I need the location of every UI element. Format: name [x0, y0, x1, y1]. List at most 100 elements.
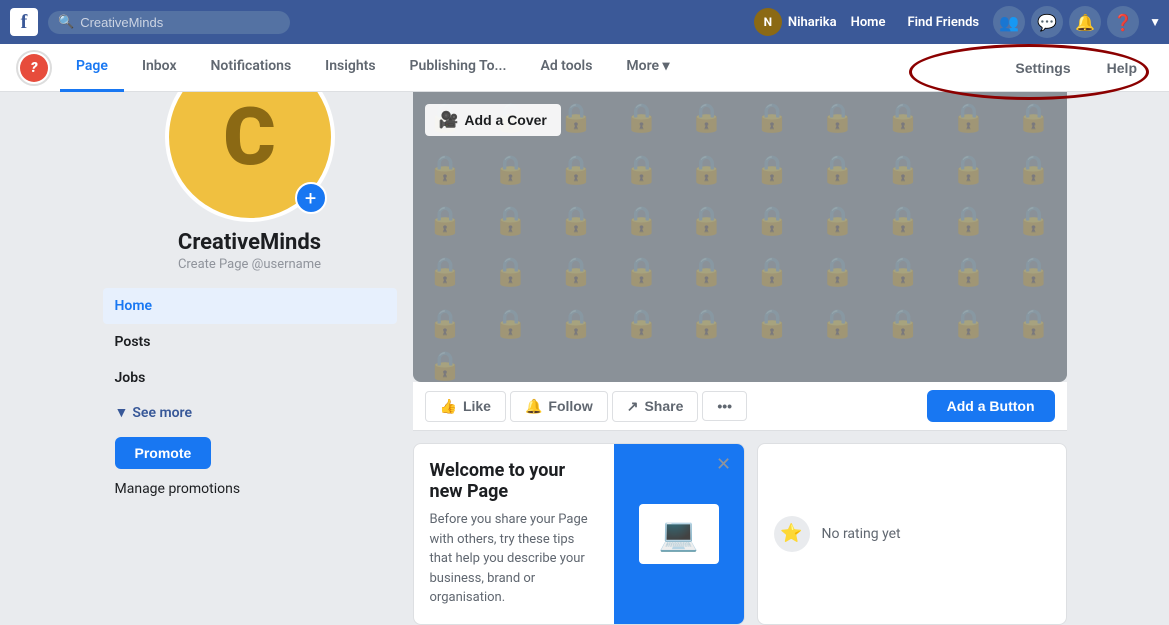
add-a-button-cta[interactable]: Add a Button [927, 390, 1055, 422]
messenger-icon: 💬 [1037, 13, 1057, 32]
find-friends-nav-link[interactable]: Find Friends [899, 11, 987, 34]
share-button[interactable]: ↗ Share [612, 391, 699, 422]
facebook-logo[interactable]: f [8, 6, 40, 38]
settings-button[interactable]: Settings [999, 54, 1086, 82]
action-bar: 👍 Like 🔔 Follow ↗ Share ••• Add a Button [413, 382, 1067, 431]
lock-icon: 🔒 [936, 195, 1001, 246]
device-illustration: 💻 [639, 504, 719, 564]
lock-icon: 🔒 [478, 195, 543, 246]
tab-more[interactable]: More ▾ [610, 44, 685, 92]
rating-card: ⭐ No rating yet [757, 443, 1067, 625]
lock-icon: 🔒 [543, 298, 608, 349]
profile-section: C + CreativeMinds Create Page @username [103, 92, 397, 280]
help-icon-btn[interactable]: ❓ [1107, 6, 1139, 38]
lock-icon: 🔒 [609, 92, 674, 143]
avatar: N [754, 8, 782, 36]
see-more-link[interactable]: ▼ See more [103, 396, 397, 429]
search-bar[interactable]: 🔍 [48, 11, 290, 34]
add-cover-button[interactable]: 🎥 Add a Cover [425, 104, 561, 136]
welcome-card-close-button[interactable]: ✕ [712, 452, 736, 476]
page-name: CreativeMinds [178, 230, 321, 255]
sidebar-item-posts[interactable]: Posts [103, 324, 397, 360]
lock-icon: 🔒 [674, 143, 739, 194]
manage-promotions-link[interactable]: Manage promotions [103, 477, 397, 501]
lock-icon: 🔒 [870, 298, 935, 349]
nav-chevron-icon[interactable]: ▼ [1149, 15, 1161, 29]
lock-icon: 🔒 [674, 298, 739, 349]
lock-icon: 🔒 [674, 246, 739, 297]
sidebar-navigation: Home Posts Jobs ▼ See more Promote Manag… [103, 288, 397, 501]
tab-adtools[interactable]: Ad tools [524, 44, 608, 92]
messenger-icon-btn[interactable]: 💬 [1031, 6, 1063, 38]
tab-publishing[interactable]: Publishing To... [394, 44, 523, 92]
welcome-card: ✕ Welcome to your new Page Before you sh… [413, 443, 745, 625]
how-to-icon: ? [20, 54, 48, 82]
lock-icon: 🔒 [805, 195, 870, 246]
like-label: Like [463, 398, 491, 414]
lock-icon: 🔒 [740, 246, 805, 297]
help-button[interactable]: Help [1091, 54, 1153, 82]
tab-insights[interactable]: Insights [309, 44, 391, 92]
main-content: C + CreativeMinds Create Page @username … [95, 92, 1075, 625]
page-nav-right: Settings Help [999, 54, 1153, 82]
rating-text: No rating yet [822, 526, 901, 542]
tab-page[interactable]: Page [60, 44, 124, 92]
lock-icon: 🔒 [413, 349, 478, 382]
lock-icon: 🔒 [413, 195, 478, 246]
add-cover-label: Add a Cover [464, 112, 546, 128]
chevron-down-icon: ▼ [115, 404, 129, 421]
top-navigation: f 🔍 N Niharika Home Find Friends 👥 💬 🔔 ❓… [0, 0, 1169, 44]
lock-icon: 🔒 [609, 195, 674, 246]
lock-icon: 🔒 [543, 143, 608, 194]
more-options-button[interactable]: ••• [702, 391, 747, 421]
lock-icon: 🔒 [870, 143, 935, 194]
notifications-icon-btn[interactable]: 🔔 [1069, 6, 1101, 38]
cards-row: ✕ Welcome to your new Page Before you sh… [413, 443, 1067, 625]
lock-icon: 🔒 [805, 298, 870, 349]
search-input[interactable] [80, 15, 280, 30]
welcome-text: Before you share your Page with others, … [430, 510, 598, 608]
people-icon-btn[interactable]: 👥 [993, 6, 1025, 38]
lock-icon: 🔒 [805, 92, 870, 143]
follow-button[interactable]: 🔔 Follow [510, 391, 608, 422]
lock-icon: 🔒 [740, 143, 805, 194]
page-username: Create Page @username [178, 257, 321, 272]
lock-icon: 🔒 [936, 298, 1001, 349]
lock-icon: 🔒 [1001, 143, 1066, 194]
lock-icon: 🔒 [936, 143, 1001, 194]
lock-icon: 🔒 [609, 298, 674, 349]
lock-icon: 🔒 [740, 298, 805, 349]
lock-icon: 🔒 [870, 246, 935, 297]
share-icon: ↗ [627, 398, 639, 415]
tab-notifications[interactable]: Notifications [195, 44, 308, 92]
promote-button[interactable]: Promote [115, 437, 212, 469]
lock-icon: 🔒 [936, 92, 1001, 143]
sidebar-item-home[interactable]: Home [103, 288, 397, 324]
lock-icon: 🔒 [413, 143, 478, 194]
welcome-card-body: ✕ Welcome to your new Page Before you sh… [414, 444, 744, 624]
lock-icon: 🔒 [674, 92, 739, 143]
lock-icon: 🔒 [609, 246, 674, 297]
lock-icon: 🔒 [478, 246, 543, 297]
user-menu[interactable]: N Niharika [754, 8, 837, 36]
like-button[interactable]: 👍 Like [425, 391, 506, 422]
share-label: Share [644, 398, 683, 414]
lock-icon: 🔒 [740, 195, 805, 246]
lock-icon: 🔒 [1001, 195, 1066, 246]
lock-icon: 🔒 [674, 195, 739, 246]
video-camera-icon: 🎥 [439, 110, 459, 130]
lock-icon: 🔒 [740, 92, 805, 143]
fb-logo-icon: f [10, 8, 38, 36]
lock-icon: 🔒 [1001, 246, 1066, 297]
lock-icon: 🔒 [478, 143, 543, 194]
add-photo-button[interactable]: + [295, 182, 327, 214]
people-icon: 👥 [999, 13, 1019, 32]
sidebar-item-jobs[interactable]: Jobs [103, 360, 397, 396]
welcome-title: Welcome to your new Page [430, 460, 598, 502]
lock-icon: 🔒 [543, 195, 608, 246]
lock-icon: 🔒 [870, 195, 935, 246]
thumbs-up-icon: 👍 [440, 398, 457, 415]
help-icon: ❓ [1113, 13, 1133, 32]
tab-inbox[interactable]: Inbox [126, 44, 193, 92]
home-nav-link[interactable]: Home [843, 11, 894, 34]
